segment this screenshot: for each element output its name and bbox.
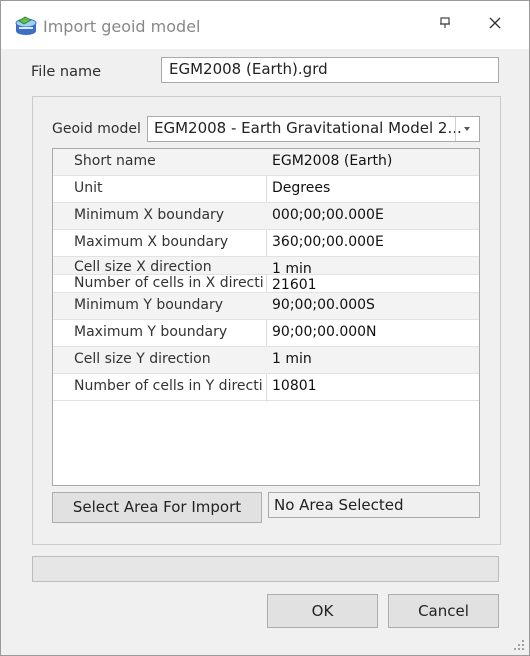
property-value: 1 min <box>272 351 312 367</box>
property-value: 90;00;00.000N <box>272 324 377 340</box>
title-bar[interactable]: Import geoid model <box>1 1 529 49</box>
property-name: Cell size Y direction <box>74 351 211 367</box>
geoid-model-select[interactable]: EGM2008 - Earth Gravitational Model 2... <box>147 116 480 142</box>
dropdown-button[interactable] <box>455 117 479 141</box>
property-row[interactable]: Cell size X direction 1 min <box>53 257 479 275</box>
properties-grid[interactable]: Short name EGM2008 (Earth) Unit Degrees … <box>52 148 480 486</box>
property-value: EGM2008 (Earth) <box>272 153 393 169</box>
resize-grip-icon[interactable] <box>513 639 525 651</box>
property-row[interactable]: Number of cells in X directi 21601 <box>53 275 479 293</box>
property-value: 10801 <box>272 378 317 394</box>
pin-icon[interactable] <box>437 17 453 33</box>
property-name: Number of cells in X directi <box>74 275 264 291</box>
property-row[interactable]: Unit Degrees <box>53 176 479 203</box>
property-value: 21601 <box>272 277 317 293</box>
file-name-input[interactable]: EGM2008 (Earth).grd <box>161 57 499 83</box>
cancel-button[interactable]: Cancel <box>388 594 499 628</box>
property-value: 360;00;00.000E <box>272 234 384 250</box>
property-name: Short name <box>74 153 156 169</box>
property-row[interactable]: Cell size Y direction 1 min <box>53 347 479 374</box>
property-row[interactable]: Maximum X boundary 360;00;00.000E <box>53 230 479 257</box>
property-value: 000;00;00.000E <box>272 207 384 223</box>
geoid-model-selected: EGM2008 - Earth Gravitational Model 2... <box>154 119 462 137</box>
property-value: 1 min <box>272 261 312 275</box>
close-icon[interactable] <box>485 15 505 35</box>
property-name: Minimum Y boundary <box>74 297 224 313</box>
property-value: 90;00;00.000S <box>272 297 375 313</box>
file-name-label: File name <box>31 64 101 80</box>
property-name: Number of cells in Y directi <box>74 378 263 394</box>
property-name: Unit <box>74 180 103 196</box>
property-row[interactable]: Minimum Y boundary 90;00;00.000S <box>53 293 479 320</box>
database-icon <box>15 16 37 35</box>
property-name: Maximum Y boundary <box>74 324 228 340</box>
property-row[interactable]: Short name EGM2008 (Earth) <box>53 149 479 176</box>
geoid-model-label: Geoid model <box>52 121 141 137</box>
property-name: Minimum X boundary <box>74 207 225 223</box>
property-name: Cell size X direction <box>74 259 212 275</box>
dialog-window: Import geoid model File name EGM2008 (Ea… <box>0 0 530 656</box>
property-value: Degrees <box>272 180 331 196</box>
window-title: Import geoid model <box>43 17 201 36</box>
chevron-down-icon <box>464 127 470 131</box>
property-row[interactable]: Minimum X boundary 000;00;00.000E <box>53 203 479 230</box>
property-row[interactable]: Number of cells in Y directi 10801 <box>53 374 479 401</box>
import-progress-bar <box>32 556 499 582</box>
property-row[interactable]: Maximum Y boundary 90;00;00.000N <box>53 320 479 347</box>
area-status-field: No Area Selected <box>268 492 480 518</box>
property-name: Maximum X boundary <box>74 234 229 250</box>
ok-button[interactable]: OK <box>267 594 378 628</box>
select-area-button[interactable]: Select Area For Import <box>52 492 262 523</box>
